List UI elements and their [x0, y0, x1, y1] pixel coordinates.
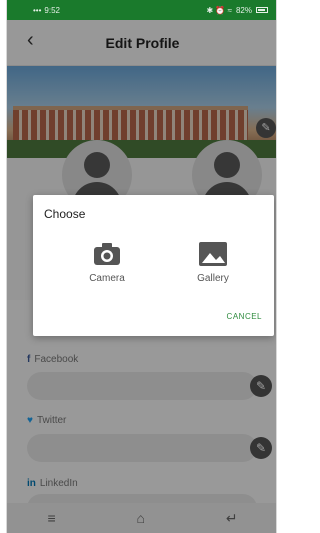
status-icons: ✱ ⏰ ≈	[206, 5, 232, 15]
cancel-button[interactable]: CANCEL	[227, 312, 262, 321]
camera-icon	[94, 243, 120, 265]
status-bar: ••• 9:52 ✱ ⏰ ≈ 82%	[7, 0, 276, 20]
signal-icon: •••	[33, 5, 42, 15]
status-time: 9:52	[44, 5, 60, 15]
gallery-label: Gallery	[197, 273, 229, 284]
battery-percent: 82%	[235, 5, 252, 15]
status-right: ✱ ⏰ ≈ 82%	[206, 6, 268, 15]
gallery-option[interactable]: Gallery	[183, 241, 243, 284]
battery-icon	[256, 7, 268, 13]
dialog-title: Choose	[44, 207, 86, 221]
choose-dialog: Choose Camera Gallery CANCEL	[33, 195, 274, 336]
gallery-icon	[199, 242, 227, 266]
status-left: ••• 9:52	[33, 6, 60, 15]
camera-label: Camera	[89, 273, 125, 284]
phone-screen: ••• 9:52 ✱ ⏰ ≈ 82% ‹ Edit Profile ✎ f Fa…	[6, 0, 277, 533]
camera-option[interactable]: Camera	[77, 241, 137, 284]
